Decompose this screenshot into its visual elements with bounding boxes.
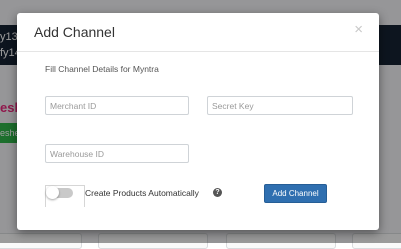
secret-key-input[interactable] bbox=[207, 96, 353, 115]
toggle-container bbox=[45, 185, 85, 207]
modal-subtitle: Fill Channel Details for Myntra bbox=[45, 64, 159, 74]
warehouse-id-input[interactable] bbox=[45, 144, 189, 163]
close-icon[interactable]: × bbox=[354, 22, 363, 37]
merchant-id-input[interactable] bbox=[45, 96, 189, 115]
create-products-toggle[interactable] bbox=[46, 186, 73, 199]
help-icon[interactable]: ? bbox=[213, 188, 222, 197]
modal-header: Add Channel × bbox=[17, 13, 379, 52]
toggle-knob bbox=[46, 186, 59, 199]
modal-title: Add Channel bbox=[34, 24, 115, 40]
add-channel-modal: Add Channel × Fill Channel Details for M… bbox=[17, 13, 379, 230]
create-products-label: Create Products Automatically bbox=[85, 188, 199, 198]
add-channel-button[interactable]: Add Channel bbox=[264, 184, 327, 203]
